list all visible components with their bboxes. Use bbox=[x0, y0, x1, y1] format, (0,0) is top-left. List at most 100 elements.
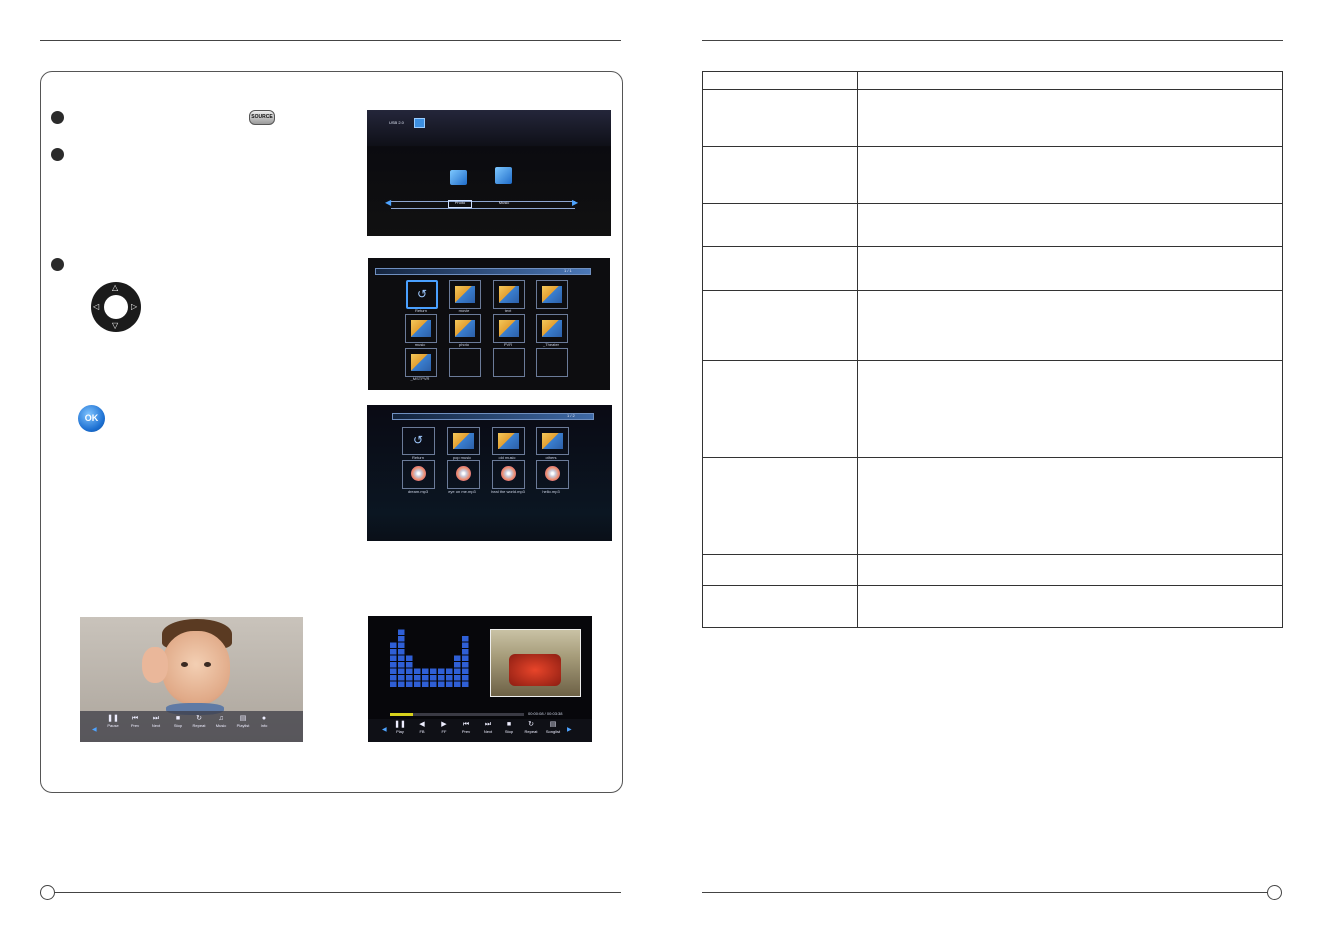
fast-backward-button[interactable]: ◀ FB bbox=[412, 721, 432, 735]
playlist-icon: ▤ bbox=[239, 715, 247, 722]
music-file-tile[interactable] bbox=[536, 460, 569, 489]
music-file-tile[interactable] bbox=[447, 460, 480, 489]
equalizer-bar-cell bbox=[454, 675, 461, 681]
control-label: FB bbox=[419, 729, 425, 734]
repeat-button[interactable]: ↻ Repeat bbox=[521, 721, 541, 735]
return-icon: ↺ bbox=[413, 433, 424, 447]
folder-label: movie bbox=[458, 308, 470, 313]
control-label: Repeat bbox=[524, 729, 538, 734]
table-cell-value bbox=[857, 246, 1283, 291]
control-label: Prev bbox=[130, 723, 140, 728]
equalizer-bar-cell bbox=[438, 668, 445, 674]
equalizer-bar-cell bbox=[414, 681, 421, 687]
table-cell-value bbox=[857, 360, 1283, 458]
next-icon: ⏭ bbox=[152, 715, 160, 722]
folder-tile[interactable] bbox=[449, 280, 481, 309]
table-row bbox=[702, 246, 1283, 291]
equalizer-bar-cell bbox=[406, 655, 413, 661]
music-folder-tile[interactable] bbox=[492, 427, 525, 455]
table-cell-value bbox=[857, 146, 1283, 204]
folder-tile[interactable] bbox=[405, 314, 437, 343]
table-cell-label bbox=[702, 246, 858, 291]
table-cell-value bbox=[857, 554, 1283, 586]
next-button[interactable]: ⏭ Next bbox=[478, 721, 498, 735]
equalizer-bar-cell bbox=[462, 649, 469, 655]
music-file-tile[interactable] bbox=[402, 460, 435, 489]
music-file-tile[interactable] bbox=[492, 460, 525, 489]
arrow-left-icon: ◁ bbox=[93, 302, 100, 311]
equalizer-bar-cell bbox=[462, 636, 469, 642]
music-folder-tile[interactable] bbox=[536, 427, 569, 455]
table-cell-label bbox=[702, 554, 858, 586]
repeat-button[interactable]: ↻ Repeat bbox=[189, 715, 209, 729]
equalizer-bar-cell bbox=[390, 668, 397, 674]
folder-icon bbox=[542, 286, 562, 303]
playlist-button[interactable]: ▤ Playlist bbox=[233, 715, 253, 729]
table-cell-label bbox=[702, 290, 858, 361]
source-button-icon: SOURCE bbox=[249, 110, 275, 125]
progress-track[interactable] bbox=[390, 713, 524, 716]
prev-button[interactable]: ⏮ Prev bbox=[125, 715, 145, 729]
next-button[interactable]: ⏭ Next bbox=[146, 715, 166, 729]
music-tile-return[interactable]: ↺ bbox=[402, 427, 435, 455]
folder-tile[interactable] bbox=[493, 280, 525, 309]
equalizer-bar-cell bbox=[390, 642, 397, 648]
table-row bbox=[702, 457, 1283, 555]
equalizer-bar-cell bbox=[446, 668, 453, 674]
stop-button[interactable]: ■ Stop bbox=[499, 721, 519, 735]
control-label: Next bbox=[151, 723, 161, 728]
stop-button[interactable]: ■ Stop bbox=[168, 715, 188, 729]
equalizer-bar-cell bbox=[398, 649, 405, 655]
play-button[interactable]: ❚❚ Play bbox=[390, 721, 410, 735]
scroll-left-arrow-icon: ◀ bbox=[92, 727, 97, 733]
header-rule-right bbox=[702, 40, 1283, 41]
scroll-left-arrow-icon: ◀ bbox=[382, 727, 387, 733]
folder-browser-screenshot: 1 / 1 ↺ Return movie text music photo PV… bbox=[368, 258, 610, 390]
control-label: Repeat bbox=[192, 723, 206, 728]
page-number-circle-right bbox=[1267, 885, 1282, 900]
folder-icon bbox=[453, 433, 474, 449]
repeat-icon: ↻ bbox=[528, 721, 534, 728]
folder-label: music bbox=[414, 342, 426, 347]
folder-tile[interactable] bbox=[405, 348, 437, 377]
music-button[interactable]: ♫ Music bbox=[211, 715, 231, 729]
equalizer-bar-cell bbox=[398, 681, 405, 687]
table-cell-label bbox=[702, 585, 858, 628]
folder-label: text bbox=[504, 308, 512, 313]
folder-tile-return[interactable]: ↺ bbox=[406, 280, 438, 309]
progress-fill bbox=[390, 713, 413, 716]
info-button[interactable]: ● Info bbox=[254, 715, 274, 729]
control-label: Stop bbox=[173, 723, 183, 728]
folder-tile[interactable] bbox=[536, 314, 568, 343]
play-pause-icon: ❚❚ bbox=[394, 721, 406, 728]
footer-rule-right bbox=[702, 892, 1268, 893]
control-label: FF bbox=[441, 729, 447, 734]
equalizer-bar-cell bbox=[462, 642, 469, 648]
arrow-up-icon: △ bbox=[112, 283, 119, 292]
music-folder-tile[interactable] bbox=[447, 427, 480, 455]
table-row bbox=[702, 290, 1283, 361]
equalizer-bar-cell bbox=[422, 681, 429, 687]
folder-label: _Theater bbox=[542, 342, 559, 347]
songlist-icon: ▤ bbox=[549, 721, 557, 728]
fast-forward-button[interactable]: ▶ FF bbox=[434, 721, 454, 735]
pause-button[interactable]: ❚❚ Pause bbox=[103, 715, 123, 729]
equalizer-bar-cell bbox=[398, 668, 405, 674]
equalizer-bar-cell bbox=[390, 662, 397, 668]
folder-tile[interactable] bbox=[536, 280, 568, 309]
prev-button[interactable]: ⏮ Prev bbox=[456, 721, 476, 735]
dpad-center bbox=[104, 295, 128, 319]
stop-icon: ■ bbox=[506, 721, 512, 728]
folder-icon bbox=[411, 320, 431, 337]
table-row bbox=[702, 71, 1283, 90]
folder-page-indicator: 1 / 1 bbox=[564, 268, 572, 273]
folder-tile[interactable] bbox=[493, 314, 525, 343]
songlist-button[interactable]: ▤ Songlist bbox=[543, 721, 563, 735]
folder-tile[interactable] bbox=[449, 314, 481, 343]
equalizer-bar-cell bbox=[398, 675, 405, 681]
return-icon: ↺ bbox=[417, 287, 428, 301]
step-bullet-2 bbox=[51, 148, 64, 161]
next-icon: ⏭ bbox=[484, 721, 492, 728]
table-cell-label bbox=[702, 71, 858, 90]
header-rule-left bbox=[40, 40, 621, 41]
